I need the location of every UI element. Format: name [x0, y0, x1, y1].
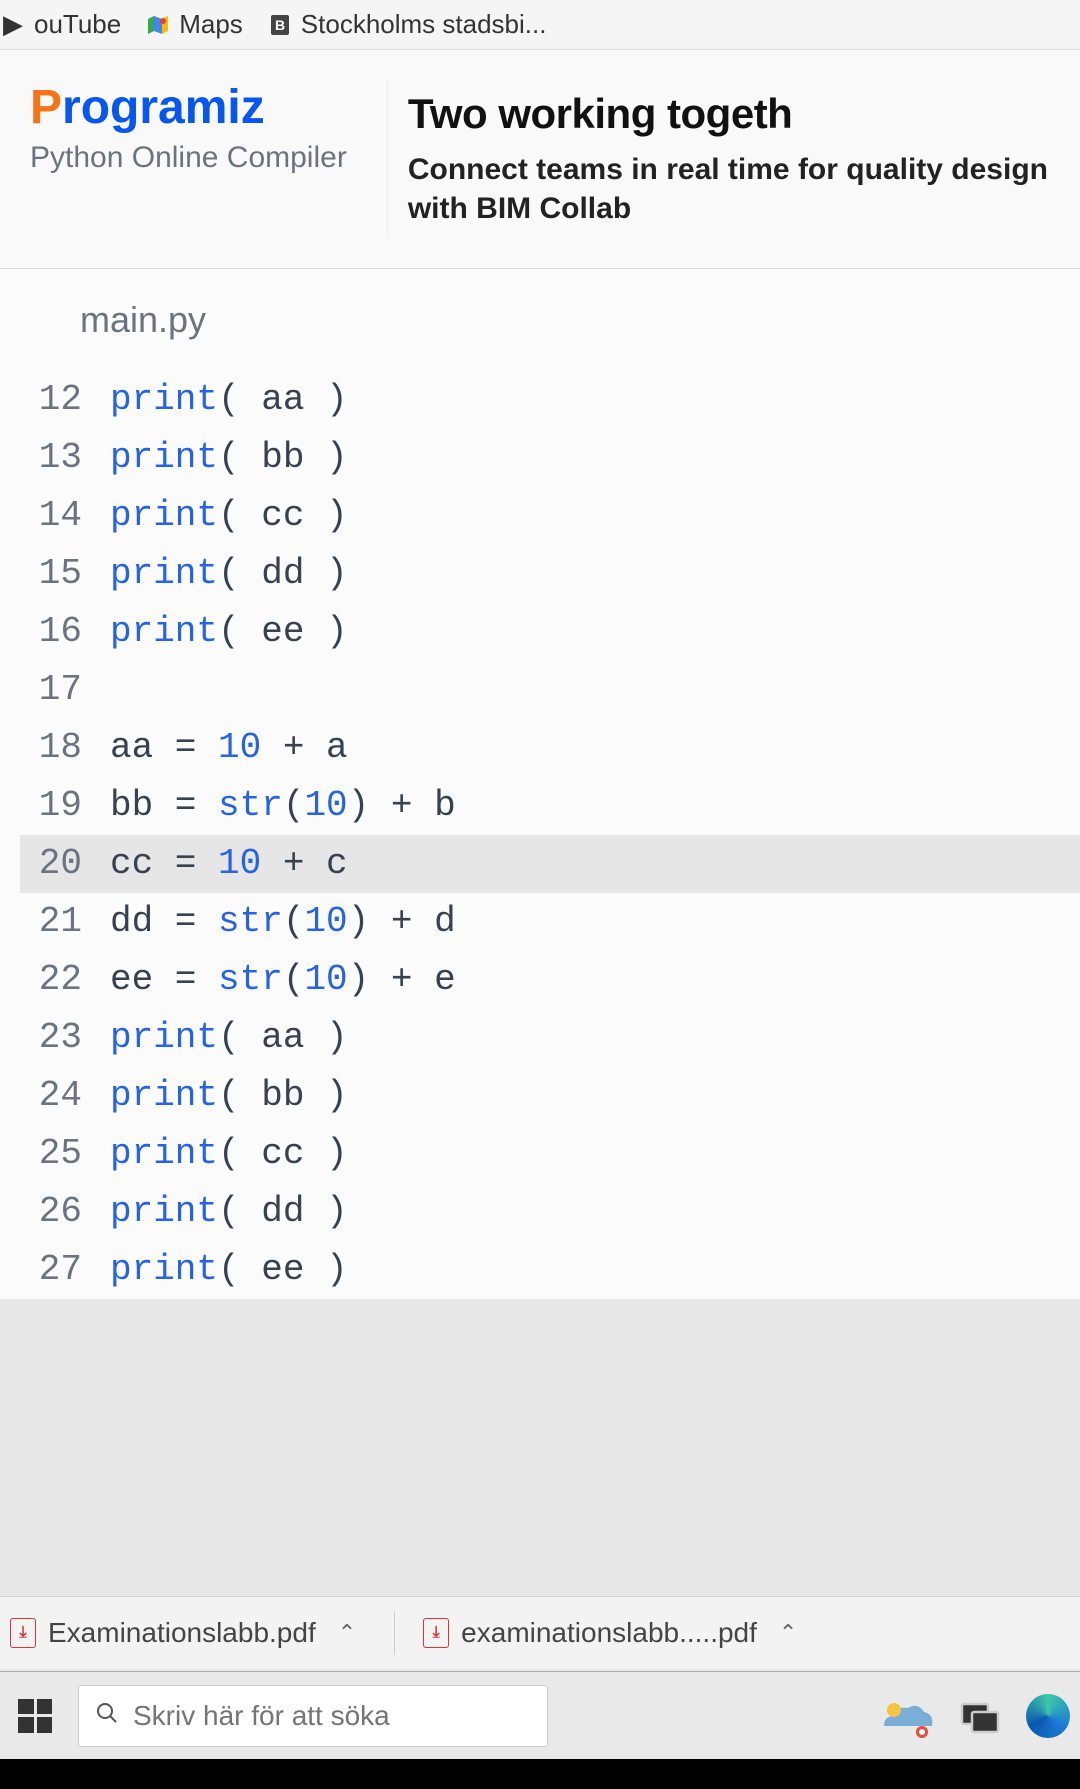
- code-content[interactable]: print( aa ): [110, 373, 348, 427]
- search-icon: [95, 1700, 119, 1732]
- line-number: 15: [20, 547, 110, 601]
- code-line[interactable]: 23print( aa ): [20, 1009, 1080, 1067]
- line-number: 21: [20, 895, 110, 949]
- line-number: 12: [20, 373, 110, 427]
- svg-text:B: B: [275, 17, 285, 33]
- code-content[interactable]: print( aa ): [110, 1011, 348, 1065]
- ad-title: Two working togeth: [408, 90, 1070, 138]
- brand-accent-char: P: [30, 81, 62, 134]
- line-number: 14: [20, 489, 110, 543]
- code-content[interactable]: print( cc ): [110, 489, 348, 543]
- library-icon: B: [267, 12, 293, 38]
- code-content[interactable]: print( ee ): [110, 1243, 348, 1297]
- bookmark-label: ouTube: [34, 9, 121, 40]
- brand-block: Programiz Python Online Compiler: [30, 80, 387, 175]
- line-number: 19: [20, 779, 110, 833]
- download-name: examinationslabb.....pdf: [461, 1617, 757, 1649]
- code-line[interactable]: 16print( ee ): [20, 603, 1080, 661]
- bookmark-label: Maps: [179, 9, 243, 40]
- line-number: 18: [20, 721, 110, 775]
- code-editor[interactable]: main.py 12print( aa )13print( bb )14prin…: [0, 269, 1080, 1299]
- code-line[interactable]: 13print( bb ): [20, 429, 1080, 487]
- code-content[interactable]: ee = str(10) + e: [110, 953, 456, 1007]
- line-number: 23: [20, 1011, 110, 1065]
- bookmarks-bar: ▶ ouTube Maps B Stockholms stadsbi...: [0, 0, 1080, 50]
- ad-body: Connect teams in real time for quality d…: [408, 150, 1070, 228]
- taskbar-search[interactable]: [78, 1685, 548, 1747]
- start-button[interactable]: [10, 1691, 60, 1741]
- line-number: 22: [20, 953, 110, 1007]
- bookmark-label: Stockholms stadsbi...: [301, 9, 547, 40]
- code-block[interactable]: 12print( aa )13print( bb )14print( cc )1…: [20, 371, 1080, 1299]
- chevron-up-icon[interactable]: ⌃: [328, 1620, 366, 1646]
- code-content[interactable]: print( cc ): [110, 1127, 348, 1181]
- download-item[interactable]: ⤓ Examinationslabb.pdf ⌃: [10, 1617, 366, 1649]
- code-content[interactable]: cc = 10 + c: [110, 837, 348, 891]
- code-line[interactable]: 19bb = str(10) + b: [20, 777, 1080, 835]
- line-number: 13: [20, 431, 110, 485]
- code-content[interactable]: print( dd ): [110, 1185, 348, 1239]
- downloads-bar: ⤓ Examinationslabb.pdf ⌃ ⤓ examinationsl…: [0, 1596, 1080, 1669]
- bookmark-youtube[interactable]: ▶ ouTube: [0, 9, 121, 40]
- code-line[interactable]: 18aa = 10 + a: [20, 719, 1080, 777]
- line-number: 20: [20, 837, 110, 891]
- youtube-icon: ▶: [0, 12, 26, 38]
- bookmark-stockholm[interactable]: B Stockholms stadsbi...: [267, 9, 547, 40]
- code-line[interactable]: 17: [20, 661, 1080, 719]
- line-number: 17: [20, 663, 110, 717]
- windows-icon: [18, 1699, 52, 1733]
- editor-filename: main.py: [20, 299, 1080, 371]
- bookmark-maps[interactable]: Maps: [145, 9, 243, 40]
- brand-subtitle: Python Online Compiler: [30, 141, 347, 175]
- search-input[interactable]: [133, 1700, 531, 1732]
- code-content[interactable]: print( dd ): [110, 547, 348, 601]
- line-number: 16: [20, 605, 110, 659]
- code-line[interactable]: 15print( dd ): [20, 545, 1080, 603]
- weather-icon[interactable]: [878, 1696, 934, 1736]
- maps-icon: [145, 12, 171, 38]
- brand-rest: rogramiz: [62, 81, 265, 134]
- code-content[interactable]: print( bb ): [110, 431, 348, 485]
- divider: [394, 1611, 395, 1655]
- code-line[interactable]: 14print( cc ): [20, 487, 1080, 545]
- code-line[interactable]: 20cc = 10 + c: [20, 835, 1080, 893]
- code-line[interactable]: 12print( aa ): [20, 371, 1080, 429]
- code-content[interactable]: bb = str(10) + b: [110, 779, 456, 833]
- line-number: 27: [20, 1243, 110, 1297]
- brand-logo[interactable]: Programiz: [30, 80, 347, 135]
- edge-icon[interactable]: [1026, 1694, 1070, 1738]
- chevron-up-icon[interactable]: ⌃: [769, 1620, 807, 1646]
- code-content[interactable]: print( bb ): [110, 1069, 348, 1123]
- pdf-icon: ⤓: [10, 1618, 36, 1648]
- code-line[interactable]: 24print( bb ): [20, 1067, 1080, 1125]
- code-line[interactable]: 26print( dd ): [20, 1183, 1080, 1241]
- line-number: 25: [20, 1127, 110, 1181]
- screen-edge: [0, 1759, 1080, 1789]
- ad-block[interactable]: Two working togeth Connect teams in real…: [387, 80, 1080, 238]
- code-content[interactable]: aa = 10 + a: [110, 721, 348, 775]
- taskbar: [0, 1671, 1080, 1759]
- code-content[interactable]: dd = str(10) + d: [110, 895, 456, 949]
- taskbar-tray: [878, 1694, 1070, 1738]
- code-line[interactable]: 21dd = str(10) + d: [20, 893, 1080, 951]
- download-name: Examinationslabb.pdf: [48, 1617, 316, 1649]
- code-line[interactable]: 27print( ee ): [20, 1241, 1080, 1299]
- task-view-icon[interactable]: [960, 1698, 1000, 1734]
- pdf-icon: ⤓: [423, 1618, 449, 1648]
- code-content[interactable]: print( ee ): [110, 605, 348, 659]
- code-line[interactable]: 25print( cc ): [20, 1125, 1080, 1183]
- code-line[interactable]: 22ee = str(10) + e: [20, 951, 1080, 1009]
- line-number: 26: [20, 1185, 110, 1239]
- line-number: 24: [20, 1069, 110, 1123]
- download-item[interactable]: ⤓ examinationslabb.....pdf ⌃: [423, 1617, 807, 1649]
- page-header: Programiz Python Online Compiler Two wor…: [0, 50, 1080, 269]
